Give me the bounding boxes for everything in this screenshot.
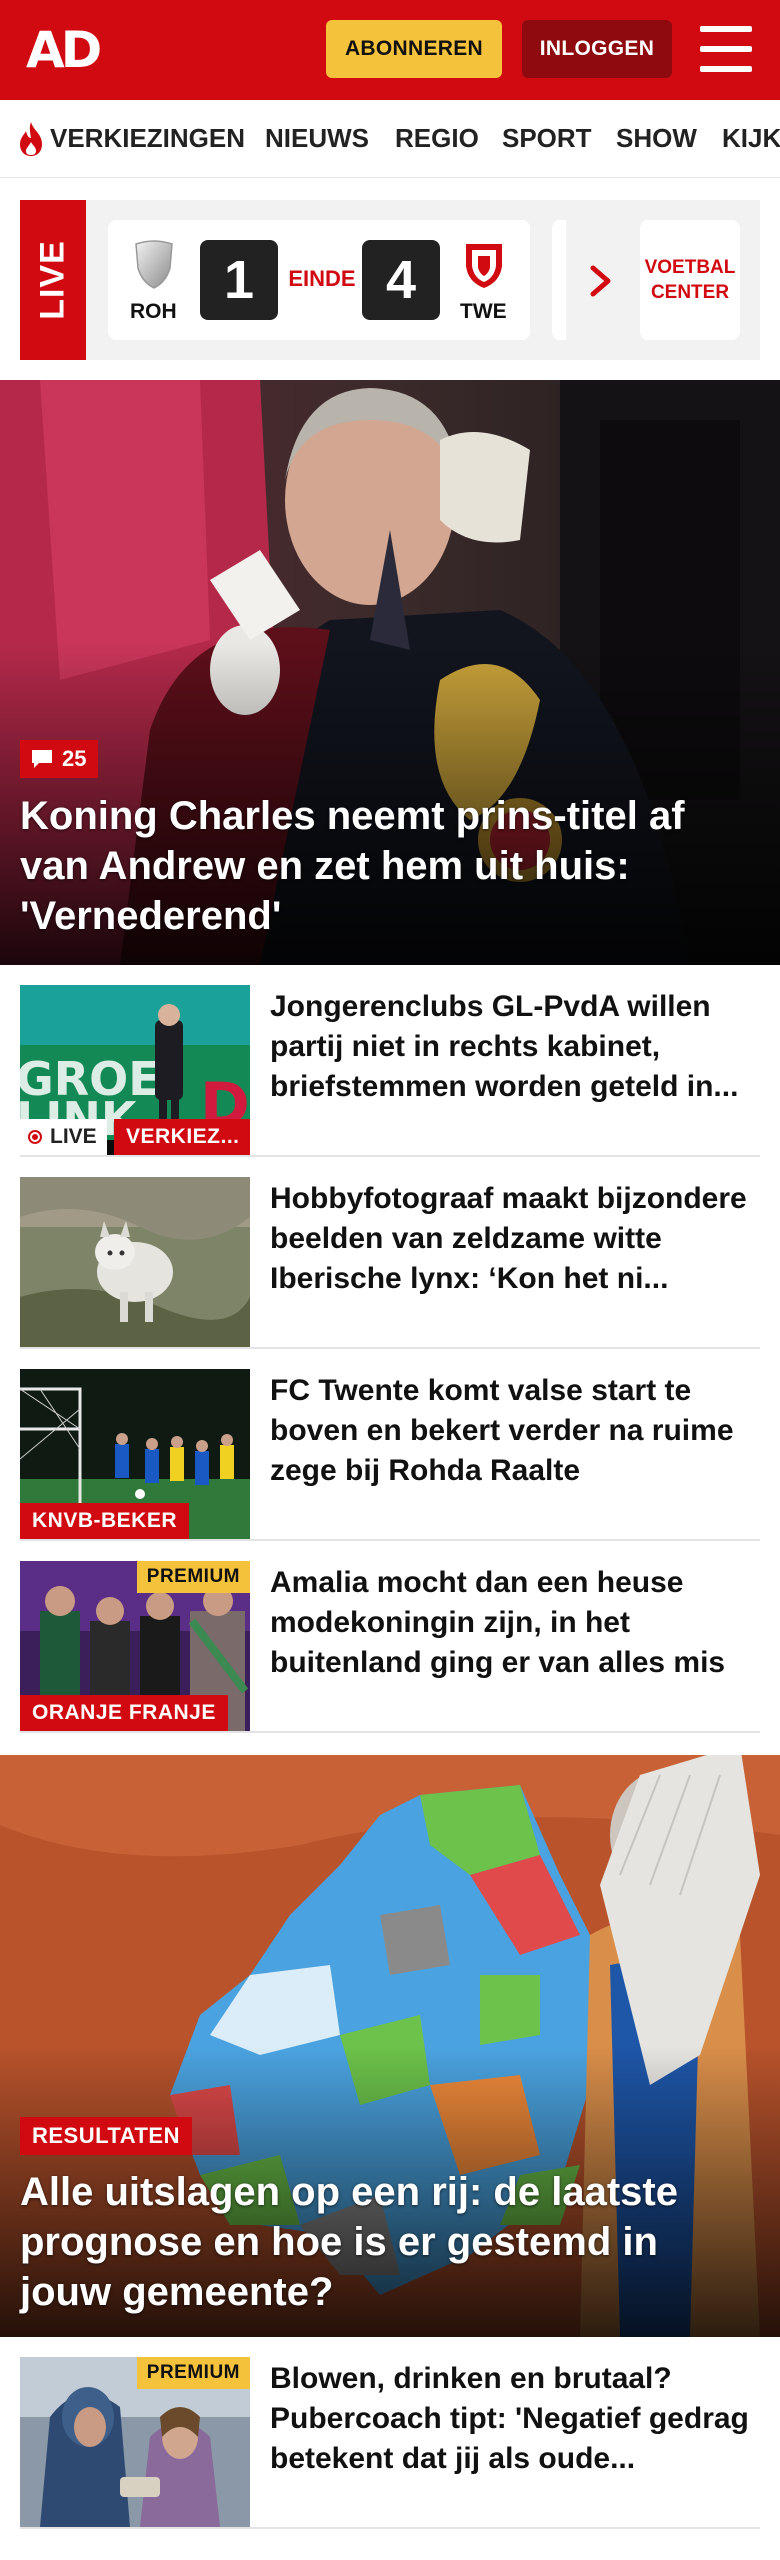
nav-item-regio[interactable]: REGIO [395,122,479,154]
comment-icon [32,750,52,768]
match-card[interactable]: ROH 1 EINDE 4 TWE [108,220,530,340]
article-thumbnail: PREMIUM ORANJE FRANJE [20,1561,250,1731]
live-label: LIVE [20,200,86,360]
away-score: 4 [362,240,440,320]
article-thumbnail: PREMIUM [20,2357,250,2527]
home-score: 1 [200,240,278,320]
results-headline[interactable]: Alle uitslagen op een rij: de laatste pr… [20,2167,760,2317]
comment-count-badge[interactable]: 25 [20,740,99,778]
article-item[interactable]: Hobbyfotograaf maakt bijzondere beelden … [20,1157,760,1349]
results-tag[interactable]: RESULTATEN [20,2117,192,2155]
site-logo[interactable]: AD [26,22,102,78]
article-thumbnail: KNVB-BEKER [20,1369,250,1539]
article-item[interactable]: KNVB-BEKER FC Twente komt valse start te… [20,1349,760,1541]
article-thumbnail: GROE LINK D LIVE VERKIEZ... [20,985,250,1155]
premium-badge: PREMIUM [136,1561,250,1593]
next-match-card[interactable] [552,220,566,340]
site-header: AD ABONNEREN INLOGGEN [0,0,780,100]
home-team-name: ROH [130,300,177,323]
article-category-tag[interactable]: VERKIEZ... [114,1119,250,1155]
voetbal-center-link[interactable]: VOETBAL CENTER [640,220,740,340]
nav-item-kijk[interactable]: KIJK [722,122,780,154]
team-shield-icon [135,240,173,289]
article-headline[interactable]: Blowen, drinken en brutaal? Pubercoach t… [270,2359,760,2479]
hero-article[interactable]: 25 Koning Charles neemt prins-titel af v… [0,380,780,965]
article-category-tag[interactable]: KNVB-BEKER [20,1503,190,1539]
article-item[interactable]: GROE LINK D LIVE VERKIEZ... Jongerenclub… [20,965,760,1157]
live-indicator: LIVE [20,1119,107,1155]
chevron-right-icon[interactable] [588,264,614,298]
nav-item-sport[interactable]: SPORT [502,122,592,154]
away-team-name: TWE [460,300,507,323]
fc-twente-crest-icon [466,244,502,288]
login-button[interactable]: INLOGGEN [522,20,672,78]
hero-headline[interactable]: Koning Charles neemt prins-titel af van … [20,791,760,941]
article-headline[interactable]: FC Twente komt valse start te boven en b… [270,1371,760,1491]
nav-item-show[interactable]: SHOW [616,122,697,154]
article-item[interactable]: PREMIUM ORANJE FRANJE Amalia mocht dan e… [20,1541,760,1733]
live-scores-bar: LIVE ROH 1 EINDE 4 TWE VOETBAL CENTER [20,200,760,360]
results-hero-article[interactable]: RESULTATEN Alle uitslagen op een rij: de… [0,1755,780,2337]
subscribe-button[interactable]: ABONNEREN [326,20,502,78]
nav-item-verkiezingen[interactable]: VERKIEZINGEN [50,122,245,154]
article-thumbnail [20,1177,250,1347]
article-image [20,1177,250,1347]
article-headline[interactable]: Hobbyfotograaf maakt bijzondere beelden … [270,1179,760,1299]
main-nav: VERKIEZINGEN NIEUWS REGIO SPORT SHOW KIJ… [0,100,780,178]
article-headline[interactable]: Jongerenclubs GL-PvdA willen partij niet… [270,987,760,1107]
live-dot-icon [28,1130,42,1144]
article-item[interactable]: PREMIUM Blowen, drinken en brutaal? Pube… [20,2337,760,2529]
hamburger-menu-icon[interactable] [700,26,752,72]
nav-item-nieuws[interactable]: NIEUWS [265,122,369,154]
flame-icon [20,122,42,156]
article-category-tag[interactable]: ORANJE FRANJE [20,1695,228,1731]
match-status: EINDE [288,266,356,291]
article-headline[interactable]: Amalia mocht dan een heuse modekoningin … [270,1563,760,1683]
premium-badge: PREMIUM [136,2357,250,2389]
